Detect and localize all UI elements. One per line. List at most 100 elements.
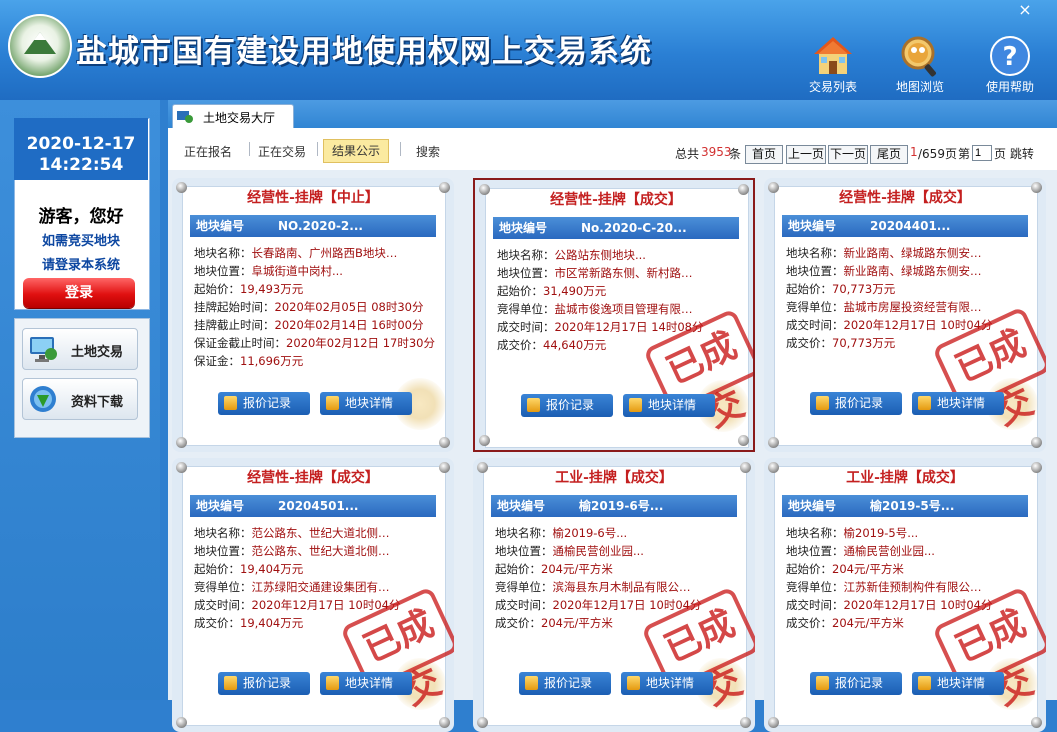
card-detail-line: 竞得单位：江苏绿阳交通建设集团有…: [194, 578, 438, 596]
card-title: 工业-挂牌【成交】: [846, 470, 964, 486]
bolt-icon: [176, 717, 187, 728]
sidebar-item-label: 土地交易: [71, 345, 124, 360]
last-page-button[interactable]: 尾页: [870, 145, 908, 164]
card-code-bar: 地块编号 榆2019-6号...: [491, 495, 737, 517]
card-detail-line: 起始价：31,490万元: [497, 282, 741, 300]
card-detail-line: 起始价：204元/平方米: [495, 560, 739, 578]
filter-search[interactable]: 搜索: [416, 143, 440, 160]
filter-registering[interactable]: 正在报名: [184, 143, 232, 160]
trade-list-button[interactable]: 交易列表: [795, 34, 871, 96]
tab-label: 土地交易大厅: [203, 111, 276, 125]
plot-detail-button[interactable]: 地块详情: [912, 672, 1004, 695]
detail-label: 地块位置：: [194, 264, 252, 278]
detail-label: 地块位置：: [194, 544, 252, 558]
plot-detail-label: 地块详情: [648, 398, 697, 412]
listing-card[interactable]: 经营性-挂牌【成交】 地块编号 20204501... 地块名称：范公路东、世纪大道北…: [172, 458, 454, 732]
app-title: 盐城市国有建设用地使用权网上交易系统: [76, 34, 652, 70]
sidebar-item-download[interactable]: 资料下载: [22, 378, 138, 420]
map-magnifier-icon: [901, 36, 936, 77]
listing-card[interactable]: 经营性-挂牌【中止】 地块编号 NO.2020-2... 地块名称：长春路南、广州路西…: [172, 178, 454, 452]
bid-record-button[interactable]: 报价记录: [521, 394, 613, 417]
card-title: 经营性-挂牌【中止】: [247, 190, 379, 206]
house-icon: [814, 37, 852, 74]
bid-record-button[interactable]: 报价记录: [810, 672, 902, 695]
bid-record-label: 报价记录: [835, 676, 884, 690]
clock-date: 2020-12-17: [26, 134, 136, 154]
detail-value: 市区常新路东侧、新村路…: [554, 266, 693, 280]
bolt-icon: [740, 717, 751, 728]
detail-value: 70,773万元: [832, 282, 896, 296]
close-button[interactable]: ×: [1013, 2, 1037, 18]
card-actions: 报价记录 地块详情: [218, 392, 418, 416]
card-code-value: 20204501...: [278, 499, 359, 513]
plot-detail-button[interactable]: 地块详情: [623, 394, 715, 417]
listing-card[interactable]: 工业-挂牌【成交】地块编号 榆2019-5号... 地块名称：榆2019-5号...…: [764, 458, 1046, 732]
record-icon: [224, 676, 237, 690]
detail-label: 成交时间：: [497, 320, 555, 334]
first-page-button[interactable]: 首页: [745, 145, 783, 164]
map-browse-button[interactable]: 地图浏览: [882, 34, 958, 96]
plot-detail-label: 地块详情: [937, 676, 986, 690]
bolt-icon: [439, 437, 450, 448]
card-actions: 报价记录 地块详情: [810, 672, 1010, 696]
sidebar-item-land-trade[interactable]: 土地交易: [22, 328, 138, 370]
card-code-bar: 地块编号 榆2019-5号...: [782, 495, 1028, 517]
tab-land-trade-hall[interactable]: 土地交易大厅: [172, 104, 294, 129]
bid-record-button[interactable]: 报价记录: [218, 672, 310, 695]
card-detail-line: 地块名称：公路站东侧地块...: [497, 246, 741, 264]
detail-label: 成交时间：: [786, 318, 844, 332]
card-detail-line: 挂牌起始时间：2020年02月05日 08时30分: [194, 298, 438, 316]
card-detail-line: 竞得单位：滨海县东月木制品有限公…: [495, 578, 739, 596]
detail-value: 榆2019-6号...: [552, 526, 628, 540]
card-detail-line: 竞得单位：盐城市俊逸项目管理有限…: [497, 300, 741, 318]
plot-detail-button[interactable]: 地块详情: [320, 392, 412, 415]
filter-divider: [249, 142, 250, 156]
jump-page-input[interactable]: [972, 145, 992, 161]
card-detail-line: 挂牌截止时间：2020年02月14日 16时00分: [194, 316, 438, 334]
bid-record-label: 报价记录: [243, 396, 292, 410]
plot-detail-button[interactable]: 地块详情: [912, 392, 1004, 415]
plot-detail-label: 地块详情: [937, 396, 986, 410]
login-button[interactable]: 登录: [23, 278, 135, 308]
help-button[interactable]: ? 使用帮助: [972, 34, 1048, 96]
plot-detail-button[interactable]: 地块详情: [621, 672, 713, 695]
detail-value: 江苏绿阳交通建设集团有…: [251, 580, 390, 594]
card-detail-line: 地块名称：榆2019-5号...: [786, 524, 1030, 542]
detail-icon: [918, 396, 931, 410]
card-code-value: No.2020-C-20...: [581, 221, 687, 235]
listing-card[interactable]: 经营性-挂牌【成交】 地块编号 20204401... 地块名称：新业路南、绿城路东侧…: [764, 178, 1046, 452]
filter-divider: [317, 142, 318, 156]
trade-list-label: 交易列表: [808, 80, 857, 94]
bolt-icon: [1031, 437, 1042, 448]
bolt-icon: [768, 437, 779, 448]
detail-value: 榆2019-5号...: [843, 526, 919, 540]
detail-label: 成交价：: [786, 336, 832, 350]
clock: 2020-12-17 14:22:54: [14, 118, 148, 180]
card-details: 地块名称：长春路南、广州路西B地块… 地块位置：阜城街道中岗村... 起始价：19,…: [194, 244, 438, 370]
jump-prefix: 第: [958, 147, 971, 161]
tab-globe-icon: [177, 111, 193, 123]
prev-page-button[interactable]: 上一页: [786, 145, 826, 164]
detail-label: 成交价：: [786, 616, 832, 630]
detail-value: 2020年02月12日 17时30分: [286, 336, 435, 350]
card-code-value: NO.2020-2...: [278, 219, 363, 233]
sidebar-item-label: 资料下载: [71, 395, 124, 410]
detail-label: 地块名称：: [194, 526, 252, 540]
bid-record-button[interactable]: 报价记录: [519, 672, 611, 695]
jump-button[interactable]: 页 跳转: [994, 145, 1034, 162]
detail-value: 2020年02月14日 16时00分: [274, 318, 424, 332]
record-icon: [816, 396, 829, 410]
bid-record-label: 报价记录: [243, 676, 292, 690]
listing-card[interactable]: 工业-挂牌【成交】 地块编号 榆2019-6号... 地块名称：榆2019-6号...…: [473, 458, 755, 732]
listing-card[interactable]: 经营性-挂牌【成交】 地块编号 No.2020-C-20... 地块名称：公路站东侧地…: [473, 178, 755, 452]
bid-record-button[interactable]: 报价记录: [810, 392, 902, 415]
tab-strip: [168, 100, 1057, 128]
detail-label: 成交时间：: [786, 598, 844, 612]
plot-detail-button[interactable]: 地块详情: [320, 672, 412, 695]
detail-label: 成交价：: [495, 616, 541, 630]
filter-results[interactable]: 结果公示: [323, 139, 389, 163]
filter-trading[interactable]: 正在交易: [258, 143, 306, 160]
card-title: 经营性-挂牌【成交】: [550, 192, 682, 208]
next-page-button[interactable]: 下一页: [828, 145, 868, 164]
bid-record-button[interactable]: 报价记录: [218, 392, 310, 415]
